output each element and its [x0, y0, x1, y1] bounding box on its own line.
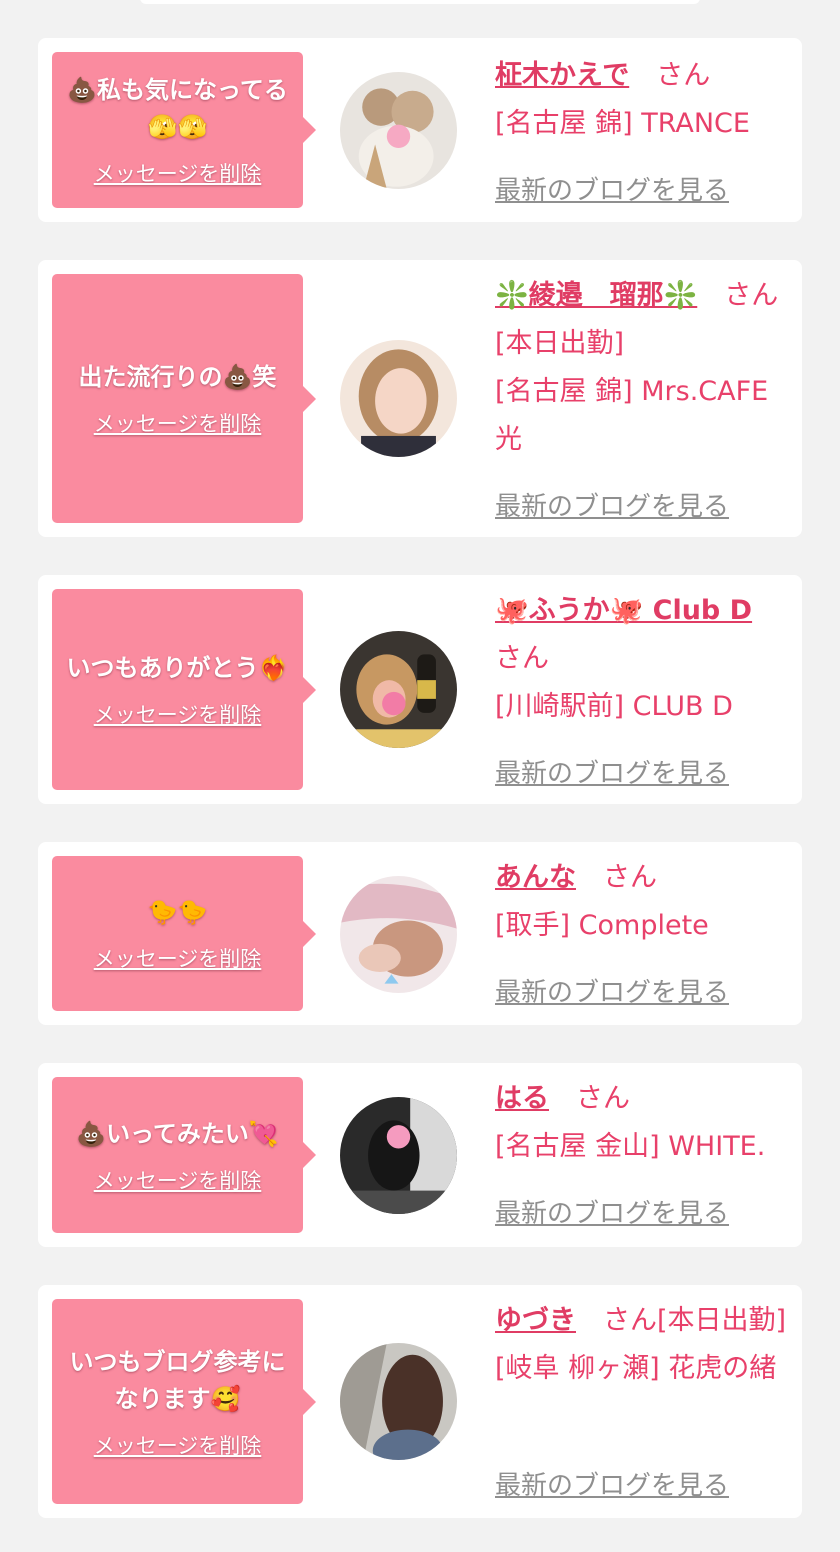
- latest-blog-link[interactable]: 最新のブログを見る: [495, 1465, 729, 1502]
- girl-info: 柾木かえで さん [名古屋 錦] TRANCE: [495, 52, 791, 148]
- message-bubble: いつもブログ参考になります🥰 メッセージを削除: [52, 1299, 316, 1504]
- message-text: 💩いってみたい💘: [76, 1119, 279, 1148]
- delete-message-link[interactable]: メッセージを削除: [94, 943, 262, 973]
- message-bubble: 💩私も気になってる🫣🫣 メッセージを削除: [52, 52, 316, 208]
- honorific: さん[本日出勤]: [576, 1305, 787, 1336]
- latest-blog-link[interactable]: 最新のブログを見る: [495, 170, 729, 207]
- delete-message-link[interactable]: メッセージを削除: [94, 1430, 262, 1460]
- delete-message-link[interactable]: メッセージを削除: [94, 699, 262, 729]
- girl-info: あんな さん [取手] Complete: [495, 854, 791, 950]
- message-card: 💩私も気になってる🫣🫣 メッセージを削除 柾木かえで さん [名古屋 錦] TR…: [38, 38, 802, 222]
- latest-blog-link[interactable]: 最新のブログを見る: [495, 753, 729, 790]
- avatar[interactable]: [340, 1343, 457, 1460]
- message-card: いつもブログ参考になります🥰 メッセージを削除 ゆづき さん[本日出勤] [岐阜…: [38, 1285, 802, 1518]
- girl-info: ゆづき さん[本日出勤] [岐阜 柳ヶ瀬] 花虎の緒: [495, 1297, 791, 1393]
- honorific: さん: [576, 862, 657, 893]
- girl-name-link[interactable]: ゆづき: [495, 1305, 576, 1336]
- message-text: いつもありがとう❤️‍🔥: [66, 654, 289, 682]
- message-bubble: 💩いってみたい💘 メッセージを削除: [52, 1077, 316, 1233]
- avatar[interactable]: [340, 340, 457, 457]
- message-text: 💩私も気になってる🫣🫣: [67, 76, 288, 141]
- shop-name: [名古屋 金山] WHITE.: [495, 1131, 766, 1162]
- shop-name: [取手] Complete: [495, 910, 709, 941]
- previous-card-edge: [140, 0, 700, 4]
- message-card: 出た流行りの💩笑 メッセージを削除 ❇️綾邉 瑠那❇️ さん[本日出勤] [名古…: [38, 260, 802, 537]
- message-card: 🐤🐤 メッセージを削除 あんな さん [取手] Complete 最新のブログを…: [38, 842, 802, 1025]
- message-text: 🐤🐤: [147, 898, 208, 926]
- latest-blog-link[interactable]: 最新のブログを見る: [495, 972, 729, 1009]
- girl-info: ❇️綾邉 瑠那❇️ さん[本日出勤] [名古屋 錦] Mrs.CAFE 光: [495, 272, 791, 464]
- honorific: さん: [629, 60, 711, 91]
- avatar[interactable]: [340, 876, 457, 993]
- girl-info: はる さん [名古屋 金山] WHITE.: [495, 1075, 791, 1171]
- shop-name: [名古屋 錦] Mrs.CAFE 光: [495, 376, 769, 455]
- girl-info: 🐙ふうか🐙 Club D さん [川崎駅前] CLUB D: [495, 587, 791, 731]
- avatar[interactable]: [340, 1097, 457, 1214]
- message-card: いつもありがとう❤️‍🔥 メッセージを削除 🐙ふうか🐙 Club D さん [川…: [38, 575, 802, 804]
- delete-message-link[interactable]: メッセージを削除: [94, 1165, 262, 1195]
- shop-name: [名古屋 錦] TRANCE: [495, 108, 750, 139]
- delete-message-link[interactable]: メッセージを削除: [94, 408, 262, 438]
- latest-blog-link[interactable]: 最新のブログを見る: [495, 486, 729, 523]
- shop-name: [岐阜 柳ヶ瀬] 花虎の緒: [495, 1353, 777, 1384]
- delete-message-link[interactable]: メッセージを削除: [94, 158, 262, 188]
- message-text: いつもブログ参考になります🥰: [69, 1347, 286, 1413]
- girl-name-link[interactable]: ❇️綾邉 瑠那❇️: [495, 280, 697, 311]
- girl-name-link[interactable]: 柾木かえで: [495, 60, 629, 91]
- girl-name-link[interactable]: あんな: [495, 862, 576, 893]
- latest-blog-link[interactable]: 最新のブログを見る: [495, 1193, 729, 1230]
- avatar[interactable]: [340, 72, 457, 189]
- message-card: 💩いってみたい💘 メッセージを削除 はる さん [名古屋 金山] WHITE. …: [38, 1063, 802, 1247]
- message-text: 出た流行りの💩笑: [78, 363, 277, 391]
- shop-name: [川崎駅前] CLUB D: [495, 691, 733, 722]
- girl-name-link[interactable]: 🐙ふうか🐙 Club D: [495, 595, 752, 626]
- message-bubble: いつもありがとう❤️‍🔥 メッセージを削除: [52, 589, 316, 790]
- avatar[interactable]: [340, 631, 457, 748]
- honorific: さん: [549, 1083, 630, 1114]
- message-bubble: 出た流行りの💩笑 メッセージを削除: [52, 274, 316, 523]
- honorific: さん: [495, 643, 549, 674]
- message-bubble: 🐤🐤 メッセージを削除: [52, 856, 316, 1011]
- girl-name-link[interactable]: はる: [495, 1083, 549, 1114]
